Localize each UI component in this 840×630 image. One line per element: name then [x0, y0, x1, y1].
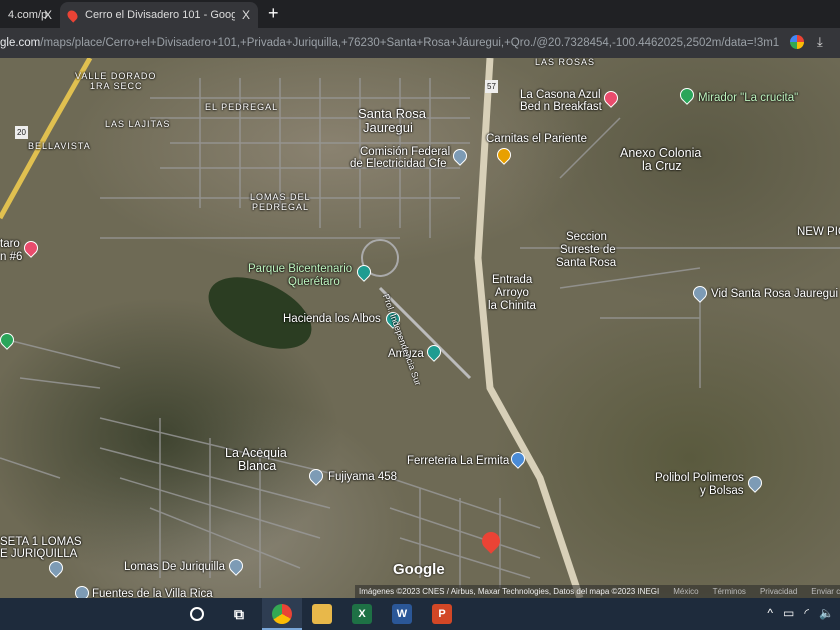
- place-label: 1RA SECC: [90, 81, 143, 91]
- feedback-link[interactable]: Enviar co: [811, 587, 840, 596]
- new-tab-button[interactable]: +: [268, 3, 279, 24]
- poi-label: Hacienda los Albos: [283, 313, 381, 325]
- place-label: la Chinita: [488, 300, 536, 312]
- place-label: Arroyo: [495, 287, 529, 299]
- privacy-link[interactable]: Privacidad: [760, 587, 797, 596]
- place-label: la Cruz: [642, 159, 682, 173]
- place-label: Entrada: [492, 274, 533, 286]
- place-label: Santa Rosa: [556, 257, 617, 269]
- word-icon[interactable]: W: [392, 604, 412, 624]
- place-label: EL PEDREGAL: [205, 102, 279, 112]
- poi-label: Fujiyama 458: [328, 471, 398, 483]
- terms-link[interactable]: Términos: [713, 587, 746, 596]
- address-bar[interactable]: gle.com/maps/place/Cerro+el+Divisadero+1…: [0, 28, 840, 58]
- place-label: Blanca: [238, 459, 277, 473]
- google-logo: Google: [393, 561, 445, 578]
- maps-pin-icon: [65, 7, 80, 23]
- volume-icon[interactable]: 🔈: [819, 606, 834, 620]
- chrome-taskbar-button[interactable]: [262, 598, 302, 630]
- place-label: Seccion: [566, 231, 607, 243]
- attribution-text: Imágenes ©2023 CNES / Airbus, Maxar Tech…: [359, 587, 660, 596]
- poi-label: y Bolsas: [700, 485, 744, 497]
- url-path: /maps/place/Cerro+el+Divisadero+101,+Pri…: [40, 37, 780, 49]
- map-attribution: Imágenes ©2023 CNES / Airbus, Maxar Tech…: [355, 585, 840, 598]
- tab-active[interactable]: Cerro el Divisadero 101 - Google X: [60, 2, 258, 28]
- tab-title: 4.com/p: [8, 9, 48, 21]
- poi-label: Lomas De Juriquilla: [124, 561, 225, 573]
- wifi-icon[interactable]: ◜: [804, 606, 809, 620]
- battery-icon[interactable]: ▭: [783, 606, 794, 620]
- place-label: Santa Rosa: [358, 106, 426, 121]
- poi-label: taro: [0, 238, 20, 250]
- place-label: Jauregui: [363, 120, 413, 135]
- poi-label: n #6: [0, 251, 23, 263]
- excel-icon[interactable]: X: [352, 604, 372, 624]
- google-icon[interactable]: [790, 35, 804, 49]
- place-label: Sureste de: [560, 244, 616, 256]
- close-tab-icon[interactable]: X: [44, 8, 52, 22]
- url-host: gle.com: [0, 37, 41, 49]
- poi-label: Fuentes de la Villa Rica: [92, 588, 213, 598]
- task-view-icon[interactable]: ⧉: [229, 604, 249, 624]
- tab-inactive[interactable]: 4.com/p X: [0, 2, 60, 28]
- place-label: E JURIQUILLA: [0, 548, 78, 560]
- download-icon[interactable]: ⤓: [817, 34, 823, 50]
- taskbar: ⧉ X W P ^ ▭ ◜ 🔈: [0, 598, 840, 630]
- powerpoint-icon[interactable]: P: [432, 604, 452, 624]
- tab-title: Cerro el Divisadero 101 - Google: [85, 9, 235, 21]
- poi-label: Ferreteria La Ermita: [407, 455, 510, 467]
- tab-bar: 4.com/p X Cerro el Divisadero 101 - Googl…: [0, 0, 840, 28]
- close-tab-icon[interactable]: X: [242, 8, 250, 22]
- poi-label: Parque Bicentenario: [248, 263, 353, 275]
- country-link[interactable]: México: [673, 587, 698, 596]
- system-tray: ^ ▭ ◜ 🔈: [767, 606, 834, 620]
- place-label: LAS LAJITAS: [105, 119, 171, 129]
- file-explorer-icon[interactable]: [312, 604, 332, 624]
- highway-shield: 57: [485, 80, 498, 93]
- poi-label: Querétaro: [288, 276, 340, 288]
- search-circle-icon[interactable]: [190, 607, 204, 621]
- roads: [0, 58, 840, 598]
- poi-label: Carnitas el Pariente: [486, 133, 587, 145]
- poi-label: Bed n Breakfast: [520, 101, 602, 113]
- highway-shield: 20: [15, 126, 28, 139]
- map-satellite[interactable]: VALLE DORADO 1RA SECC EL PEDREGAL LAS LA…: [0, 58, 840, 598]
- poi-label: Polibol Polimeros: [655, 472, 744, 484]
- place-label: PEDREGAL: [252, 202, 310, 212]
- place-label: BELLAVISTA: [28, 141, 91, 151]
- place-label: LAS ROSAS: [535, 58, 596, 67]
- url-field[interactable]: gle.com/maps/place/Cerro+el+Divisadero+1…: [0, 37, 780, 49]
- show-hidden-icons-icon[interactable]: ^: [767, 606, 773, 620]
- place-label: NEW PIG: [797, 226, 840, 238]
- chrome-icon: [272, 604, 292, 624]
- poi-label: de Electricidad Cfe: [350, 158, 447, 170]
- poi-label: Mirador "La crucita": [698, 92, 799, 104]
- poi-label: Vid Santa Rosa Jauregui: [711, 288, 839, 300]
